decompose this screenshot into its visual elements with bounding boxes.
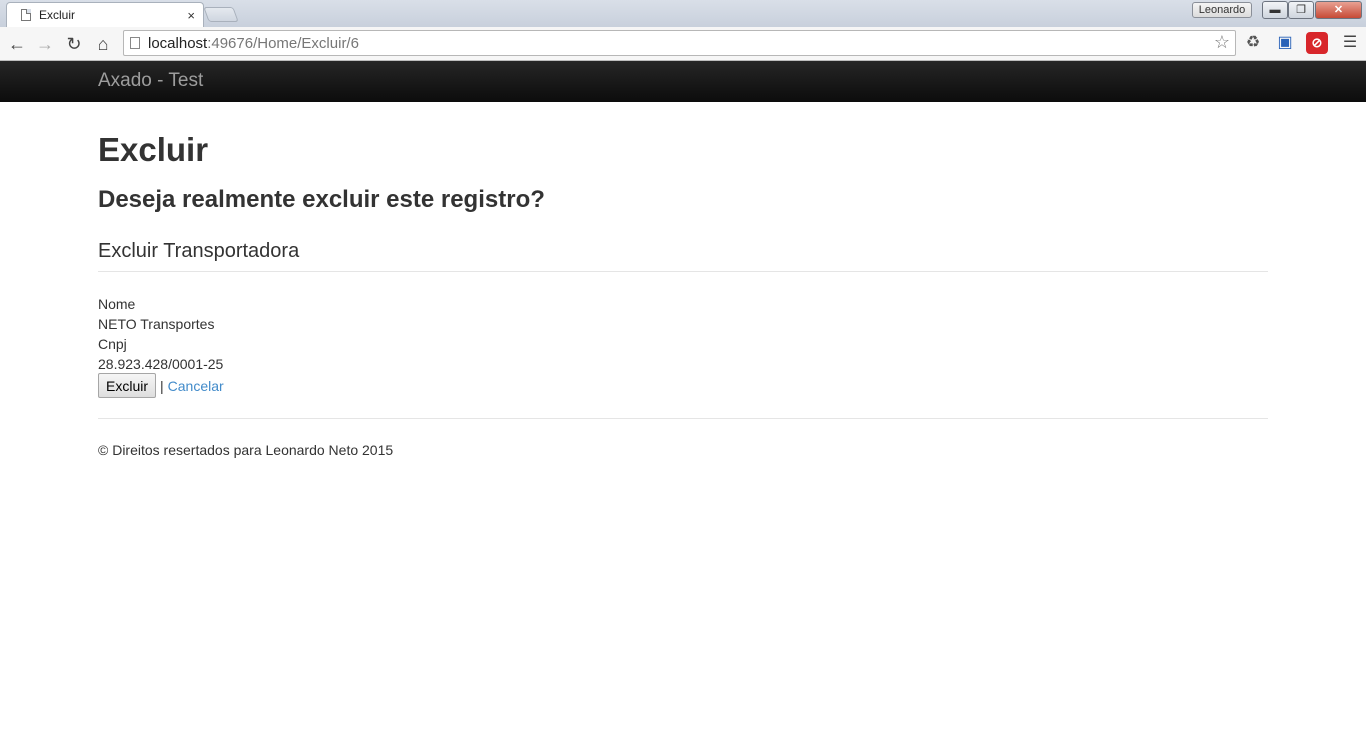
field-value-cnpj: 28.923.428/0001-25	[98, 356, 224, 372]
browser-titlebar: Excluir × Leonardo ▬ ❐ ✕	[0, 0, 1366, 27]
menu-icon[interactable]: ☰	[1339, 32, 1361, 54]
form-actions: Excluir | Cancelar	[98, 373, 224, 398]
minimize-button[interactable]: ▬	[1262, 1, 1288, 19]
back-arrow-icon[interactable]: ←	[5, 32, 29, 56]
forward-arrow-icon[interactable]: →	[33, 32, 57, 56]
confirm-question: Deseja realmente excluir este registro?	[98, 186, 545, 213]
cancel-link[interactable]: Cancelar	[168, 378, 224, 394]
brand-link[interactable]: Axado - Test	[98, 70, 203, 92]
footer-text: © Direitos resertados para Leonardo Neto…	[98, 442, 394, 458]
reload-icon[interactable]: ↻	[62, 32, 86, 56]
url-path: :49676/Home/Excluir/6	[207, 34, 359, 52]
tab-title: Excluir	[39, 8, 76, 22]
delete-button[interactable]: Excluir	[98, 373, 157, 398]
divider	[98, 271, 1268, 272]
details-list: Nome NETO Transportes Cnpj 28.923.428/00…	[98, 294, 223, 374]
tab-close-icon[interactable]: ×	[187, 8, 195, 23]
page-icon	[130, 37, 140, 49]
new-tab-button[interactable]	[203, 7, 239, 22]
bookmark-star-icon[interactable]: ☆	[1214, 32, 1230, 53]
screen-capture-icon[interactable]: ▣	[1274, 32, 1296, 54]
close-window-button[interactable]: ✕	[1315, 1, 1362, 19]
browser-tab[interactable]: Excluir ×	[6, 2, 204, 27]
page-title: Excluir	[98, 131, 209, 168]
section-title: Excluir Transportadora	[98, 240, 300, 262]
profile-button[interactable]: Leonardo	[1192, 2, 1252, 18]
field-label-nome: Nome	[98, 296, 136, 312]
page-icon	[21, 9, 31, 21]
divider	[98, 418, 1268, 419]
field-value-nome: NETO Transportes	[98, 316, 215, 332]
site-navbar: Axado - Test	[0, 61, 1366, 102]
url-host: localhost	[148, 34, 208, 52]
field-label-cnpj: Cnpj	[98, 336, 127, 352]
address-bar[interactable]: localhost :49676/Home/Excluir/6 ☆	[123, 30, 1236, 56]
recycle-icon[interactable]: ♻	[1242, 32, 1264, 54]
home-icon[interactable]: ⌂	[91, 32, 115, 56]
adblock-icon[interactable]: ⊘	[1306, 32, 1328, 54]
separator: |	[160, 377, 164, 394]
maximize-button[interactable]: ❐	[1288, 1, 1314, 19]
browser-toolbar: ← → ↻ ⌂ localhost :49676/Home/Excluir/6 …	[0, 27, 1366, 61]
